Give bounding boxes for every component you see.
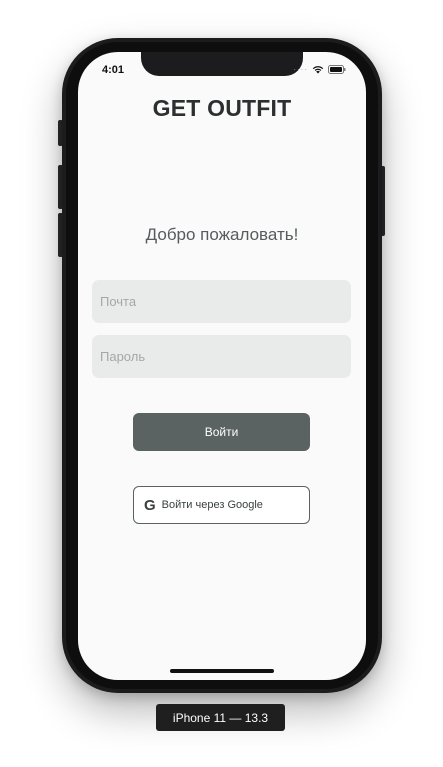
app-title: GET OUTFIT [152, 95, 292, 121]
simulator-stage: 4:01 ···· GET OUTFIT Добро пожаловать! П… [0, 0, 443, 767]
status-icons: ···· [293, 65, 346, 74]
signal-indicator: ···· [293, 64, 308, 74]
google-signin-button[interactable]: G Войти через Google [133, 486, 310, 524]
google-icon: G [144, 496, 156, 514]
email-field[interactable] [92, 280, 351, 323]
password-field[interactable] [92, 335, 351, 378]
notch [141, 52, 303, 76]
wifi-icon [312, 65, 324, 74]
status-time: 4:01 [102, 64, 125, 76]
google-signin-label: Войти через Google [161, 499, 263, 511]
welcome-text: Добро пожаловать! [145, 225, 299, 244]
login-button[interactable]: Войти [133, 413, 310, 451]
phone-screen: 4:01 ···· GET OUTFIT Добро пожаловать! П… [78, 52, 366, 680]
battery-icon [328, 65, 346, 74]
device-label: iPhone 11 — 13.3 [156, 704, 285, 731]
home-indicator[interactable] [170, 669, 274, 673]
